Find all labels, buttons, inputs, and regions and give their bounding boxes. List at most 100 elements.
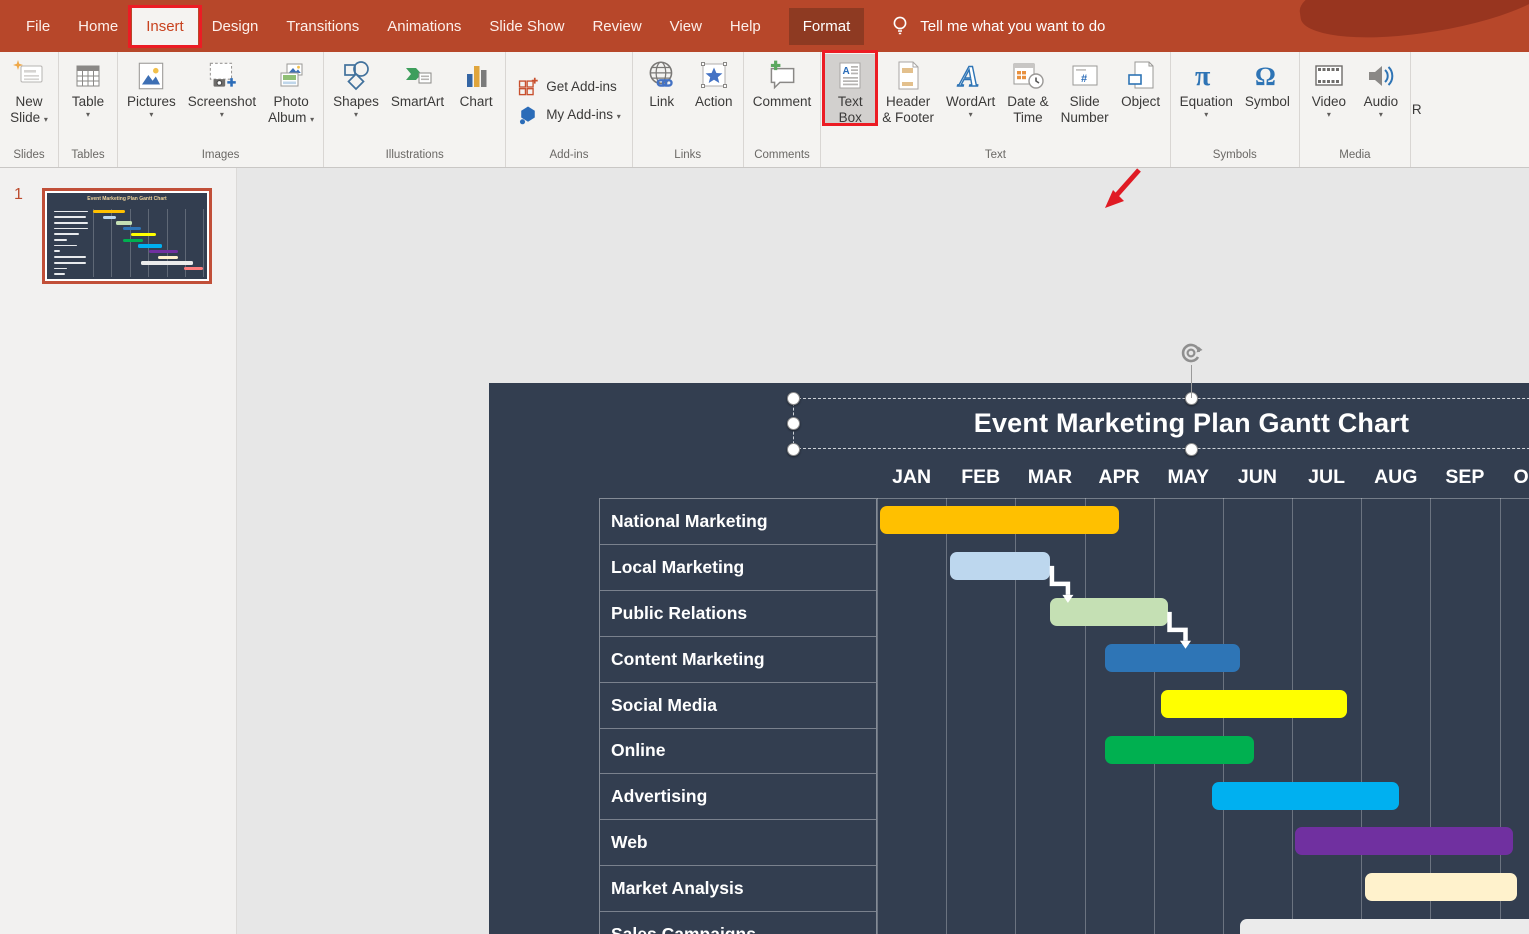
menu-tab-format[interactable]: Format bbox=[789, 8, 865, 45]
ribbon-button-shapes[interactable]: Shapes▾ bbox=[327, 54, 385, 120]
gantt-bar-content-marketing[interactable] bbox=[1105, 644, 1240, 672]
menu-tab-slide-show[interactable]: Slide Show bbox=[475, 8, 578, 45]
ribbon-button-slide-number[interactable]: #SlideNumber bbox=[1055, 54, 1115, 126]
month-gridline bbox=[1430, 498, 1431, 934]
task-label-public-relations[interactable]: Public Relations bbox=[600, 591, 876, 637]
ribbon-button-chart[interactable]: Chart bbox=[450, 54, 502, 110]
menu-tabs: FileHomeInsertDesignTransitionsAnimation… bbox=[0, 8, 864, 45]
gantt-bar-national-marketing[interactable] bbox=[880, 506, 1119, 534]
month-header-feb: FEB bbox=[946, 466, 1015, 492]
selection-handle[interactable] bbox=[787, 443, 800, 456]
selection-handle[interactable] bbox=[1185, 443, 1198, 456]
task-label-social-media[interactable]: Social Media bbox=[600, 683, 876, 729]
ribbon-button-pictures[interactable]: Pictures▾ bbox=[121, 54, 182, 120]
ribbon-button-equation[interactable]: πEquation▾ bbox=[1174, 54, 1239, 120]
action-icon bbox=[697, 58, 731, 94]
mini-gridline bbox=[203, 209, 204, 277]
table-icon bbox=[72, 58, 104, 94]
tell-me-box[interactable]: Tell me what you want to do bbox=[890, 15, 1105, 37]
ribbon-button-comment[interactable]: Comment bbox=[747, 54, 818, 110]
gantt-bar-sales-campaigns[interactable] bbox=[1240, 919, 1529, 934]
ribbon-button-video[interactable]: Video▾ bbox=[1303, 54, 1355, 120]
gantt-bar-advertising[interactable] bbox=[1212, 782, 1399, 810]
mini-gantt-bar bbox=[158, 256, 178, 259]
gantt-bar-public-relations[interactable] bbox=[1050, 598, 1168, 626]
mini-gantt-bar bbox=[103, 216, 116, 219]
wordart-icon: A bbox=[953, 58, 989, 94]
task-label-online[interactable]: Online bbox=[600, 729, 876, 775]
ribbon-group-comments: CommentComments bbox=[744, 52, 822, 167]
slides-panel: 1 Event Marketing Plan Gantt Chart bbox=[0, 168, 237, 934]
chart-border-line bbox=[877, 498, 1529, 499]
menu-tab-help[interactable]: Help bbox=[716, 8, 775, 45]
mini-gantt-bar bbox=[123, 239, 143, 242]
month-gridline bbox=[1361, 498, 1362, 934]
ribbon-button-object[interactable]: Object bbox=[1115, 54, 1167, 110]
ribbon-button-header-footer[interactable]: Header& Footer bbox=[876, 54, 940, 126]
menu-tab-file[interactable]: File bbox=[12, 8, 64, 45]
ribbon-button-label: Get Add-ins bbox=[546, 79, 617, 95]
menu-tab-view[interactable]: View bbox=[656, 8, 716, 45]
ribbon-button-label: Equation bbox=[1180, 94, 1233, 110]
month-header-may: MAY bbox=[1154, 466, 1223, 492]
menu-tab-review[interactable]: Review bbox=[578, 8, 655, 45]
mini-gantt-bar bbox=[116, 221, 132, 224]
ribbon-button-text-box[interactable]: ATextBox bbox=[824, 54, 876, 126]
menu-tab-design[interactable]: Design bbox=[198, 8, 273, 45]
ribbon-button-action[interactable]: Action bbox=[688, 54, 740, 110]
gantt-bar-web[interactable] bbox=[1295, 827, 1513, 855]
menu-tab-animations[interactable]: Animations bbox=[373, 8, 475, 45]
ribbon-clipped-button[interactable]: R bbox=[1411, 52, 1423, 167]
pictures-icon bbox=[134, 58, 168, 94]
rotate-handle-icon[interactable] bbox=[1177, 339, 1205, 372]
gantt-bar-market-analysis[interactable] bbox=[1365, 873, 1517, 901]
gantt-bar-online[interactable] bbox=[1105, 736, 1254, 764]
task-label-sales-campaigns[interactable]: Sales Campaigns bbox=[600, 912, 876, 934]
ribbon-button-screenshot[interactable]: Screenshot▾ bbox=[182, 54, 262, 120]
month-header-jul: JUL bbox=[1292, 466, 1361, 492]
task-label-web[interactable]: Web bbox=[600, 820, 876, 866]
gantt-bar-local-marketing[interactable] bbox=[950, 552, 1050, 580]
task-label-national-marketing[interactable]: National Marketing bbox=[600, 499, 876, 545]
ribbon-button-date-time[interactable]: Date &Time bbox=[1001, 54, 1054, 126]
ribbon-button-new-slide[interactable]: NewSlide ▾ bbox=[3, 54, 55, 126]
task-label-content-marketing[interactable]: Content Marketing bbox=[600, 637, 876, 683]
tell-me-label: Tell me what you want to do bbox=[920, 18, 1105, 35]
ribbon-button-get-add-ins[interactable]: Get Add-ins bbox=[517, 77, 617, 97]
ribbon-button-label: Audio bbox=[1364, 94, 1399, 110]
menu-tab-transitions[interactable]: Transitions bbox=[272, 8, 373, 45]
slide-canvas[interactable]: Event Marketing Plan Gantt ChartJANFEBMA… bbox=[489, 383, 1529, 934]
ribbon-button-smartart[interactable]: SmartArt bbox=[385, 54, 450, 110]
mini-task-label bbox=[54, 268, 67, 270]
chevron-down-icon: ▾ bbox=[1327, 110, 1331, 120]
chevron-down-icon: ▾ bbox=[86, 110, 90, 120]
selection-handle[interactable] bbox=[787, 417, 800, 430]
task-label-advertising[interactable]: Advertising bbox=[600, 774, 876, 820]
slide-thumbnail[interactable]: Event Marketing Plan Gantt Chart bbox=[42, 188, 212, 284]
ribbon-button-label: Chart bbox=[460, 94, 493, 110]
task-label-local-marketing[interactable]: Local Marketing bbox=[600, 545, 876, 591]
selection-handle[interactable] bbox=[787, 392, 800, 405]
mini-gridline bbox=[130, 209, 131, 277]
mini-task-label bbox=[54, 222, 88, 224]
ribbon-group-illustrations: Shapes▾SmartArt Chart Illustrations bbox=[324, 52, 506, 167]
gantt-bar-social-media[interactable] bbox=[1161, 690, 1348, 718]
slide-number: 1 bbox=[14, 186, 23, 204]
ribbon-group-text: ATextBoxHeader& FooterAWordArt▾Date &Tim… bbox=[821, 52, 1170, 167]
menu-tab-insert[interactable]: Insert bbox=[132, 8, 198, 45]
ribbon-group-label: Tables bbox=[62, 147, 114, 167]
svg-text:π: π bbox=[1195, 61, 1211, 92]
ribbon-button-audio[interactable]: Audio▾ bbox=[1355, 54, 1407, 120]
ribbon-button-link[interactable]: Link bbox=[636, 54, 688, 110]
ribbon-group-images: Pictures▾Screenshot▾PhotoAlbum ▾Images bbox=[118, 52, 324, 167]
task-label-market-analysis[interactable]: Market Analysis bbox=[600, 866, 876, 912]
ribbon-button-my-add-ins[interactable]: My Add-ins ▾ bbox=[517, 105, 621, 125]
ribbon-button-wordart[interactable]: AWordArt▾ bbox=[940, 54, 1001, 120]
ribbon-button-photo-album[interactable]: PhotoAlbum ▾ bbox=[262, 54, 320, 126]
menu-tab-home[interactable]: Home bbox=[64, 8, 132, 45]
month-header-aug: AUG bbox=[1361, 466, 1430, 492]
ribbon-group-label: Illustrations bbox=[327, 147, 502, 167]
ribbon-button-table[interactable]: Table▾ bbox=[62, 54, 114, 120]
title-textbox[interactable]: Event Marketing Plan Gantt Chart bbox=[793, 398, 1529, 449]
ribbon-button-symbol[interactable]: ΩSymbol bbox=[1239, 54, 1296, 110]
